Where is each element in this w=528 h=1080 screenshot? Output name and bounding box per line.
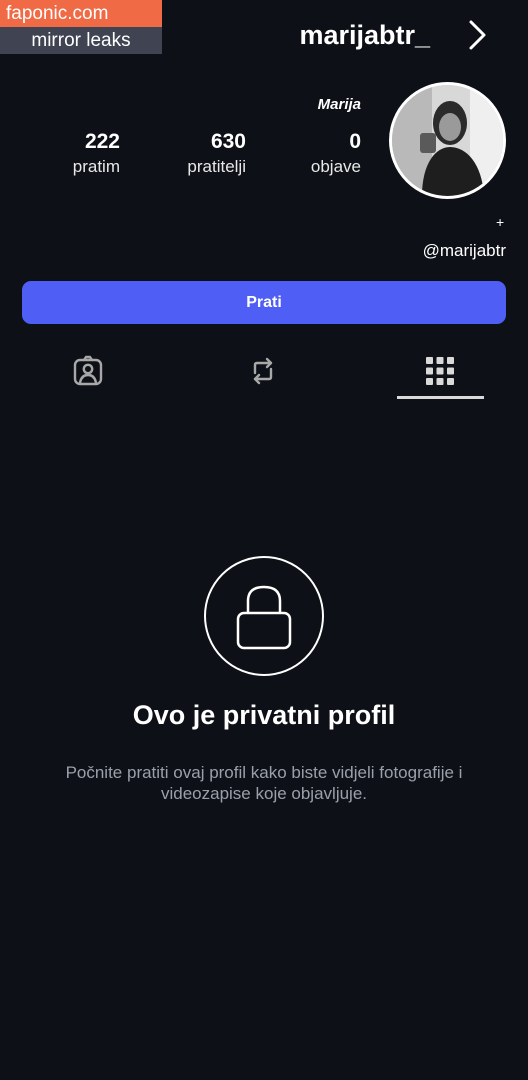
- stat-posts-count: 0: [349, 130, 361, 153]
- display-name: Marija: [317, 96, 361, 113]
- profile-username: marijabtr_: [299, 20, 430, 50]
- active-tab-indicator: [397, 396, 484, 399]
- stat-following-label: pratim: [72, 157, 120, 176]
- stat-posts-label: objave: [310, 157, 361, 176]
- stat-posts[interactable]: 0 objave: [311, 130, 361, 177]
- stat-following[interactable]: 222 pratim: [73, 130, 120, 177]
- grid-icon: [426, 357, 454, 385]
- tab-posts-grid[interactable]: [410, 345, 470, 397]
- tagged-user-icon: [73, 355, 103, 386]
- watermark-site: faponic.com: [0, 0, 162, 27]
- stat-following-count: 222: [84, 130, 120, 153]
- avatar[interactable]: [389, 82, 506, 199]
- watermark: faponic.com mirror leaks: [0, 0, 162, 54]
- stat-followers[interactable]: 630 pratitelji: [187, 130, 246, 177]
- avatar-photo: [392, 85, 503, 196]
- profile-handle[interactable]: @marijabtr: [423, 241, 506, 261]
- lock-icon: [236, 585, 292, 650]
- private-profile-description: Počnite pratiti ovaj profil kako biste v…: [65, 763, 463, 803]
- plus-symbol: +: [496, 214, 505, 230]
- lock-badge: [204, 556, 324, 676]
- back-chevron-icon[interactable]: [464, 18, 490, 52]
- tab-reposts[interactable]: [233, 345, 293, 397]
- repost-icon: [253, 357, 273, 385]
- stat-followers-label: pratitelji: [187, 157, 246, 176]
- tab-tagged[interactable]: [58, 345, 118, 397]
- profile-tab-bar: [0, 345, 528, 401]
- follow-button[interactable]: Prati: [22, 281, 506, 324]
- private-profile-title: Ovo je privatni profil: [132, 700, 396, 730]
- watermark-tagline: mirror leaks: [0, 27, 162, 54]
- stat-followers-count: 630: [210, 130, 246, 153]
